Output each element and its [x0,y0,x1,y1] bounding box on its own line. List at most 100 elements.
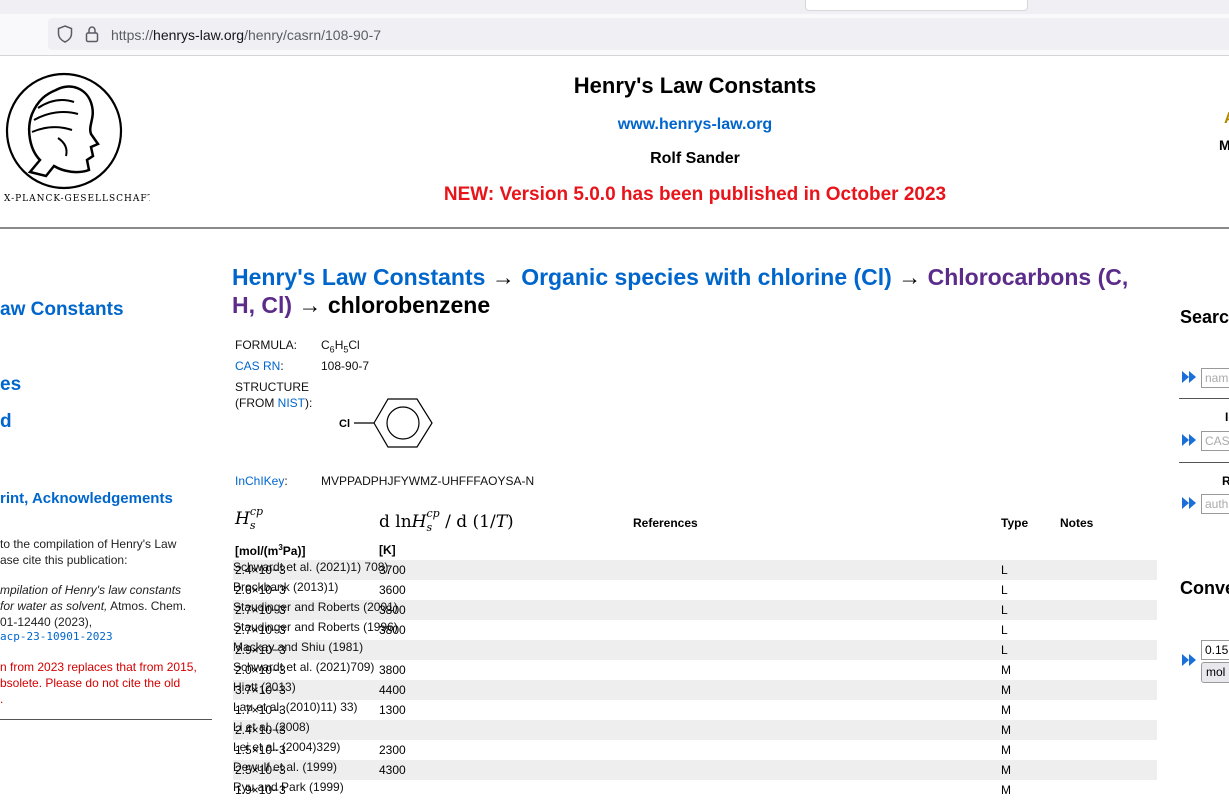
nist-link[interactable]: NIST [278,396,305,410]
cell-notes[interactable]: 709) [350,660,374,674]
header-divider [0,227,1229,229]
inchikey-link[interactable]: InChIKey [235,474,284,488]
casrn-link[interactable]: CAS RN [235,359,280,373]
site-url-link[interactable]: www.henrys-law.org [450,116,940,134]
dln-suffix: / d (1/ [439,512,496,532]
search-name-input[interactable]: nam [1201,368,1229,388]
sidebar-link-3[interactable]: d [0,411,12,433]
active-tab[interactable] [805,0,1028,11]
formula-value: C6H5Cl [321,338,360,354]
hs-superscript: cp [249,505,264,518]
table-row: 2.5×10−3 4300 Dewulf et al. (1999) M [233,760,1157,780]
breadcrumb-organic-chlorine[interactable]: Organic species with chlorine (Cl) [521,264,892,290]
convert-unit-select[interactable]: mol [1201,662,1229,683]
warning-line: . [0,692,4,706]
author-name: Rolf Sander [650,150,740,167]
cell-k: 4400 [379,683,406,697]
search-cas-input[interactable]: CAS [1201,431,1229,451]
henry-constants-table: 2.4×10−3 3700 Schwardt et al. (2021) L 1) 70… [233,560,1157,800]
cell-notes[interactable]: 1) [328,580,339,594]
cell-hs: 2.0×10−3 [235,663,286,677]
cell-type: M [1001,783,1011,797]
fast-forward-icon[interactable] [1182,497,1196,509]
search-author-input[interactable]: auth [1201,494,1229,514]
cell-type: M [1001,763,1011,777]
column-header-hs: Hcp s [235,505,264,533]
version-warning: n from 2023 replaces that from 2015, bso… [0,659,212,707]
table-row: 3.7×10−3 4400 Hiatt (2013) M [233,680,1157,700]
unit-hs: [mol/(m3Pa)] [235,543,305,558]
cell-hs: 1.7×10−3 [235,703,286,717]
publication-pages: 01-12440 (2023), [0,615,93,629]
dln-superscript: cp [426,507,440,520]
sidebar-link-henrys-law-constants[interactable]: aw Constants [0,299,124,321]
hs-subscript: s [249,519,256,532]
unit-kelvin: [K] [379,543,396,557]
cell-hs: 2.4×10−3 [235,723,286,737]
structure-label-line: STRUCTURE [235,380,309,394]
sidebar-link-imprint[interactable]: rint, Acknowledgements [0,490,173,507]
cell-k: 3600 [379,583,406,597]
column-header-notes: Notes [1060,516,1094,530]
citation-line: ase cite this publication: [0,553,128,567]
table-row: 2.7×10−3 3800 Staudinger and Roberts (1996… [233,620,1157,640]
fast-forward-icon[interactable] [1182,434,1196,446]
hs-symbol: H [235,509,250,529]
cell-hs: 2.6×10−3 [235,583,286,597]
breadcrumb: Henry's Law Constants → Organic species … [232,263,1152,319]
panel-divider [1179,462,1229,463]
cell-k: 2300 [379,743,406,757]
cell-type: L [1001,583,1008,597]
url-text[interactable]: https://henrys-law.org/henry/casrn/108-9… [111,27,381,43]
doi-link[interactable]: acp-23-10901-2023 [0,630,113,643]
cell-type: L [1001,623,1008,637]
label-colon: : [284,474,288,488]
max-planck-logo[interactable]: X-PLANCK-GESELLSCHAFT [0,68,150,206]
cell-k: 3800 [379,663,406,677]
label-colon: : [280,359,284,373]
table-row: 1.5×10−3 2300 Lei et al. (2004) M 329) [233,740,1157,760]
fast-forward-icon[interactable] [1182,654,1196,666]
cell-notes[interactable]: 11) 33) [320,700,357,714]
cell-notes[interactable]: 329) [316,740,340,754]
sidebar-link-species[interactable]: es [0,374,21,396]
publication-title: mpilation of Henry's law constants [0,583,182,597]
news-link[interactable]: NEW: Version 5.0.0 has been published in… [420,184,970,206]
citation-line: to the compilation of Henry's Law [0,537,177,551]
search-reference-label: R [1222,474,1229,488]
shield-icon[interactable] [57,25,73,43]
dln-prefix: d ln [379,512,412,532]
citation-intro: to the compilation of Henry's Law ase ci… [0,536,212,568]
cell-hs: 2.5×10−3 [235,763,286,777]
url-prefix: https:// [111,27,154,43]
sidebar-divider [0,719,212,720]
casrn-value: 108-90-7 [321,359,370,373]
formula-element: Cl [348,338,360,352]
cell-k: 3800 [379,623,406,637]
tab-strip [0,0,1229,14]
structure-from: (FROM [235,396,278,410]
cell-hs: 2.7×10−3 [235,603,286,617]
search-title: Searc [1180,307,1229,327]
convert-title: Conve [1180,578,1229,598]
breadcrumb-henrys-law-constants[interactable]: Henry's Law Constants [232,264,485,290]
warning-line: n from 2023 replaces that from 2015, [0,660,197,674]
table-row: 1.7×10−3 1300 Lau et al. (2010) M 11) 33) [233,700,1157,720]
dln-subscript: s [426,521,433,534]
unit-part: [mol/(m [235,544,279,558]
convert-value-input[interactable]: 0.15 [1201,640,1229,660]
url-host: henrys-law.org [153,27,245,43]
breadcrumb-separator: → [491,264,515,290]
dln-close: ) [507,512,514,532]
cell-k: 3800 [379,603,406,617]
lock-icon[interactable] [84,25,100,43]
inchikey-label: InChIKey: [235,474,288,488]
dln-symbol: H [411,512,427,532]
fast-forward-icon[interactable] [1182,371,1196,383]
cell-type: M [1001,663,1011,677]
unit-part: Pa)] [282,544,306,558]
cell-type: M [1001,743,1011,757]
cell-hs: 2.4×10−3 [235,563,286,577]
panel-divider [1179,398,1229,399]
header-right-fragment-2: M [1219,137,1229,153]
